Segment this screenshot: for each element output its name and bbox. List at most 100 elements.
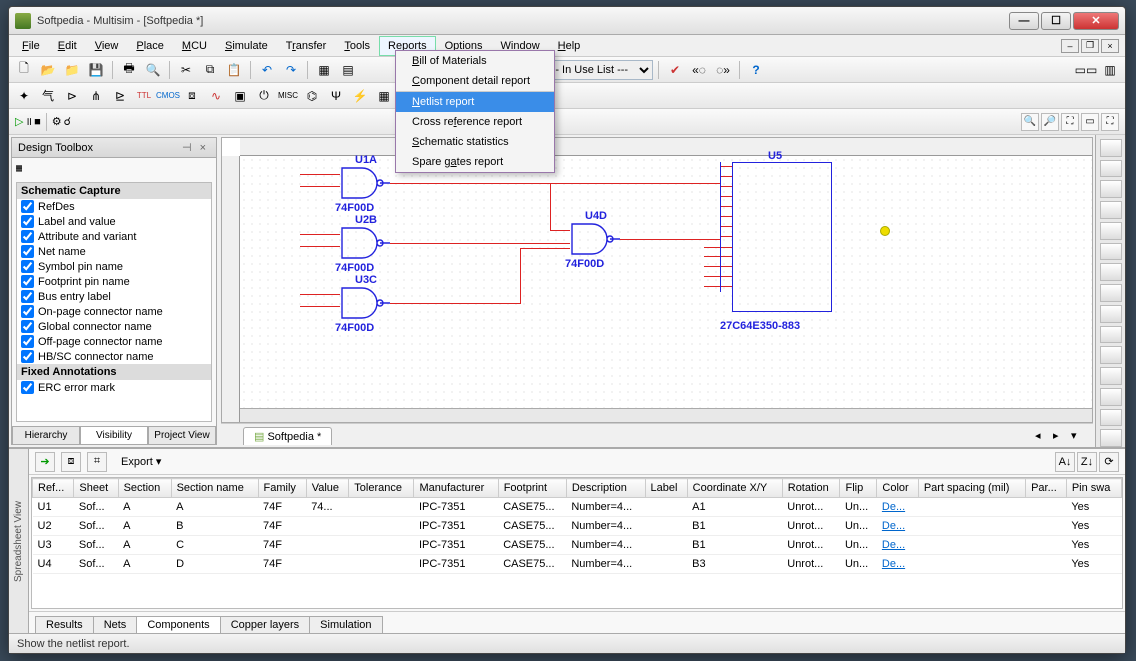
redo-icon[interactable]: ↷ — [280, 60, 302, 80]
visibility-item[interactable]: Symbol pin name — [17, 259, 211, 274]
erc-icon[interactable]: ✔ — [664, 60, 686, 80]
gate-u3c[interactable] — [340, 286, 390, 320]
column-header[interactable]: Rotation — [782, 479, 840, 498]
visibility-item[interactable]: On-page connector name — [17, 304, 211, 319]
visibility-checkbox[interactable] — [21, 305, 34, 318]
zoom-out-icon[interactable]: 🔎 — [1041, 113, 1059, 131]
mdi-close-button[interactable]: × — [1101, 39, 1119, 53]
menu-edit[interactable]: Edit — [49, 36, 86, 56]
tab-visibility[interactable]: Visibility — [80, 427, 148, 444]
ss-tab-nets[interactable]: Nets — [93, 616, 138, 633]
gate-u2b[interactable] — [340, 226, 390, 260]
instrument-scope-icon[interactable] — [1100, 201, 1122, 219]
export-button[interactable]: Export ▾ — [113, 453, 169, 470]
place-advanced-icon[interactable]: ⌬ — [301, 86, 323, 106]
table-row[interactable]: U3Sof...AC74FIPC-7351CASE75...Number=4..… — [33, 536, 1122, 555]
document-tab[interactable]: ▤ Softpedia * — [243, 427, 332, 445]
place-analog-icon[interactable]: ⊵ — [109, 86, 131, 106]
visibility-item[interactable]: Footprint pin name — [17, 274, 211, 289]
copy-icon[interactable]: ⧉ — [199, 60, 221, 80]
place-diode-icon[interactable]: ⊳ — [61, 86, 83, 106]
back-annotate-icon[interactable]: «◌ — [688, 60, 710, 80]
open-sample-icon[interactable]: 📁 — [61, 60, 83, 80]
place-source-icon[interactable]: ✦ — [13, 86, 35, 106]
spreadsheet-icon[interactable]: ▤ — [337, 60, 359, 80]
column-header[interactable]: Color — [877, 479, 918, 498]
column-header[interactable]: Coordinate X/Y — [687, 479, 782, 498]
instrument-iv-icon[interactable] — [1100, 346, 1122, 364]
design-toolbox-close-icon[interactable]: × — [196, 142, 210, 154]
zoom-area-icon[interactable]: ⛶ — [1061, 113, 1079, 131]
zoom-in-icon[interactable]: 🔍 — [1021, 113, 1039, 131]
menu-cross-reference[interactable]: Cross reference report — [396, 112, 554, 132]
menu-bill-of-materials[interactable]: Bill of Materials — [396, 51, 554, 71]
place-power-icon[interactable]: ⏻ — [253, 86, 275, 106]
instrument-logic-analyzer-icon[interactable] — [1100, 305, 1122, 323]
instrument-network-icon[interactable] — [1100, 409, 1122, 427]
tab-nav-left-icon[interactable]: ◂ — [1035, 429, 1051, 445]
probe-marker[interactable] — [880, 226, 890, 236]
place-ni-icon[interactable]: ▦ — [373, 86, 395, 106]
maximize-button[interactable]: ☐ — [1041, 12, 1071, 30]
minimize-button[interactable]: — — [1009, 12, 1039, 30]
menu-place[interactable]: Place — [127, 36, 173, 56]
ss-tab-results[interactable]: Results — [35, 616, 94, 633]
visibility-item[interactable]: Off-page connector name — [17, 334, 211, 349]
instrument-4ch-scope-icon[interactable] — [1100, 222, 1122, 240]
mdi-restore-button[interactable]: ❐ — [1081, 39, 1099, 53]
new-icon[interactable]: 🗋 — [13, 60, 35, 80]
schematic-drawing[interactable]: U1A 74F00D U2B 74F00D U3C 74F00D — [240, 156, 1092, 408]
column-header[interactable]: Family — [258, 479, 306, 498]
ss-tab-components[interactable]: Components — [136, 616, 220, 633]
place-misc-digital-icon[interactable]: ⧈ — [181, 86, 203, 106]
visibility-checkbox[interactable] — [21, 290, 34, 303]
visibility-item[interactable]: HB/SC connector name — [17, 349, 211, 364]
column-header[interactable]: Sheet — [74, 479, 118, 498]
column-header[interactable]: Section — [118, 479, 171, 498]
stop-icon[interactable]: ■ — [34, 116, 41, 128]
canvas-scroll-h[interactable] — [240, 408, 1092, 422]
column-header[interactable]: Pin swa — [1066, 479, 1121, 498]
tab-nav-right-icon[interactable]: ▸ — [1053, 429, 1069, 445]
table-row[interactable]: U4Sof...AD74FIPC-7351CASE75...Number=4..… — [33, 555, 1122, 574]
sort-desc-icon[interactable]: Z↓ — [1077, 452, 1097, 472]
menu-file[interactable]: File — [13, 36, 49, 56]
column-header[interactable]: Section name — [171, 479, 258, 498]
visibility-checkbox[interactable] — [21, 350, 34, 363]
instrument-agilent-fg-icon[interactable] — [1100, 429, 1122, 447]
visibility-checkbox[interactable] — [21, 230, 34, 243]
place-mixed-icon[interactable]: ∿ — [205, 86, 227, 106]
visibility-checkbox[interactable] — [21, 381, 34, 394]
open-icon[interactable]: 📂 — [37, 60, 59, 80]
column-header[interactable]: Label — [645, 479, 687, 498]
menu-mcu[interactable]: MCU — [173, 36, 216, 56]
visibility-checkbox[interactable] — [21, 245, 34, 258]
print-icon[interactable]: 🖶 — [118, 60, 140, 80]
instrument-logic-conv-icon[interactable] — [1100, 326, 1122, 344]
schematic-canvas[interactable]: U1A 74F00D U2B 74F00D U3C 74F00D — [221, 137, 1093, 423]
column-header[interactable]: Footprint — [498, 479, 566, 498]
column-header[interactable]: Par... — [1026, 479, 1067, 498]
print-preview-icon[interactable]: 🔍 — [142, 60, 164, 80]
in-use-list-select[interactable]: --- In Use List --- — [543, 60, 653, 80]
run-icon[interactable]: ▷ — [15, 115, 23, 128]
place-ttl-icon[interactable]: TTL — [133, 86, 155, 106]
sort-asc-icon[interactable]: A↓ — [1055, 452, 1075, 472]
menu-tools[interactable]: Tools — [335, 36, 379, 56]
toggle-breadboard-icon[interactable]: ▭▭ — [1075, 60, 1097, 80]
menu-transfer[interactable]: Transfer — [277, 36, 336, 56]
visibility-item[interactable]: Attribute and variant — [17, 229, 211, 244]
place-rf-icon[interactable]: Ψ — [325, 86, 347, 106]
table-row[interactable]: U1Sof...AA74F74...IPC-7351CASE75...Numbe… — [33, 498, 1122, 517]
instrument-multimeter-icon[interactable] — [1100, 139, 1122, 157]
instrument-wordgen-icon[interactable] — [1100, 284, 1122, 302]
ss-tab-copper[interactable]: Copper layers — [220, 616, 310, 633]
chip-u5[interactable] — [732, 162, 832, 312]
tab-hierarchy[interactable]: Hierarchy — [12, 427, 80, 444]
place-transistor-icon[interactable]: ⋔ — [85, 86, 107, 106]
toggle-3d-icon[interactable]: ▥ — [1099, 60, 1121, 80]
menu-component-detail[interactable]: Component detail report — [396, 71, 554, 91]
column-header[interactable]: Description — [566, 479, 645, 498]
tab-nav-mini-icon[interactable]: ▾ — [1071, 429, 1087, 445]
column-header[interactable]: Value — [306, 479, 349, 498]
